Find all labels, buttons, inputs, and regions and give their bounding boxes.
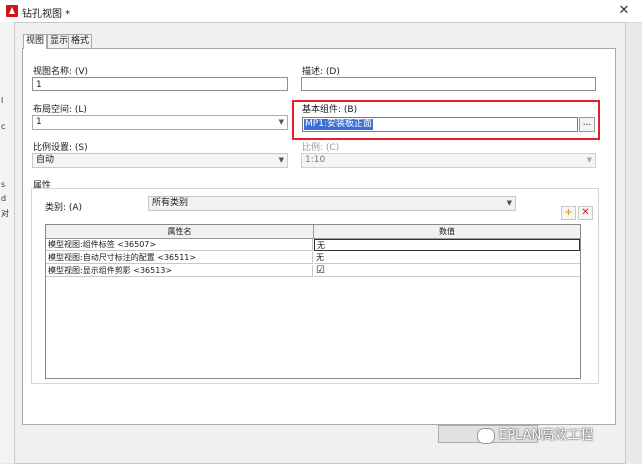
property-grid: 属性名 数值 模型视图:组件标签 <36507> 无 模型视图:自动尺寸标注的配… [45,224,581,379]
scale-label: 比例: (C) [302,143,340,153]
layout-space-value: 1 [36,117,42,127]
strip-char: d [1,194,7,203]
layout-space-label: 布局空间: (L) [33,105,87,115]
category-value: 所有类别 [152,198,189,208]
chevron-down-icon: ▼ [278,118,284,126]
app-logo-icon [6,5,18,17]
table-row-checkbox[interactable]: ☑ [314,265,580,277]
scale-setting-select[interactable]: 自动 ▼ [32,153,288,168]
category-label: 类别: (A) [45,203,83,213]
tab-view[interactable]: 视图 [23,34,48,49]
view-name-label: 视图名称: (V) [33,67,89,77]
title-bar: 钻孔视图 * ✕ [0,0,642,23]
scale-value: 1:10 [305,155,326,165]
chevron-down-icon: ▼ [506,199,512,207]
browse-button[interactable]: ... [579,117,595,132]
column-header-value[interactable]: 数值 [314,225,580,239]
layout-space-select[interactable]: 1 ▼ [32,115,288,130]
delete-property-button[interactable]: ✕ [578,206,593,220]
wechat-logo-icon [477,427,495,444]
watermark-text: EPLAN高效工程 [499,428,594,443]
description-input[interactable] [301,77,596,91]
strip-char: c [1,122,6,131]
table-row-name: 模型视图:显示组件剪影 <36513> [46,265,313,277]
close-button[interactable]: ✕ [612,3,636,19]
table-row-name: 模型视图:组件标签 <36507> [46,239,313,251]
strip-char: s [1,180,6,189]
table-row-value[interactable]: 无 [314,252,580,264]
column-header-name[interactable]: 属性名 [46,225,314,239]
description-label: 描述: (D) [302,67,340,77]
add-property-button[interactable]: + [561,206,576,220]
category-select[interactable]: 所有类别 ▼ [148,196,516,211]
background-window-strip: l c s d 对 [0,22,14,463]
tab-format[interactable]: 格式 [68,34,93,48]
table-row-value[interactable]: 无 [314,239,580,251]
window-title: 钻孔视图 * [22,9,71,20]
base-component-label: 基本组件: (B) [302,105,358,115]
strip-char: 对 [1,209,9,218]
chevron-down-icon: ▼ [278,156,284,164]
table-row-name: 模型视图:自动尺寸标注的配置 <36511> [46,252,313,264]
view-name-input[interactable]: 1 [32,77,288,91]
base-component-input[interactable]: MP1:安装板正面 [302,117,578,132]
scale-setting-value: 自动 [36,155,55,165]
watermark: EPLAN高效工程 [477,424,593,444]
scale-select: 1:10 ▼ [301,153,596,168]
base-component-value: MP1:安装板正面 [304,119,373,130]
strip-char: l [1,96,4,105]
scale-setting-label: 比例设置: (S) [33,143,88,153]
chevron-down-icon: ▼ [586,156,592,164]
